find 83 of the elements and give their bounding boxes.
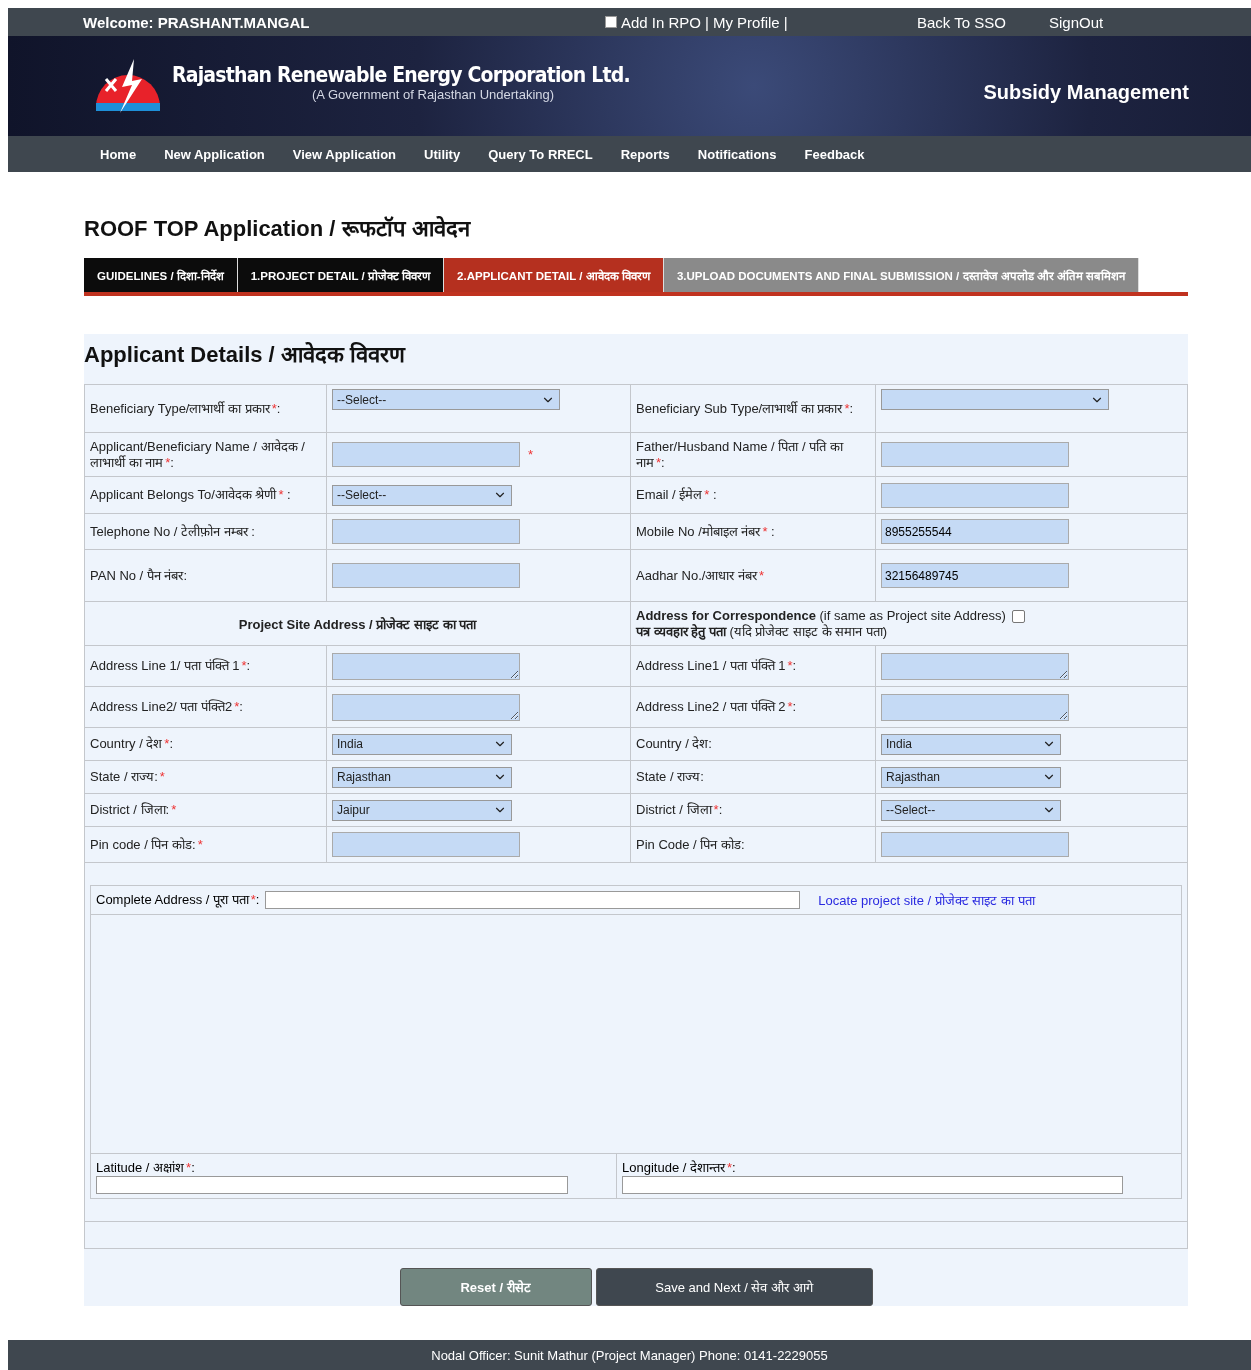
dropdown[interactable]: --Select-- [332,389,560,410]
input-field[interactable] [332,442,520,467]
nav-link[interactable]: New Application [150,146,279,162]
nav-link[interactable]: Notifications [683,146,791,162]
nav-link[interactable]: Query To RRECL [474,146,607,162]
input-field[interactable] [881,832,1069,857]
section-title: Applicant Details / आवेदक विवरण [84,341,407,368]
profile-link[interactable]: My Profile [712,13,780,31]
dropdown[interactable]: --Select-- [881,799,1061,821]
save-button[interactable]: Save and Next / सेव और आगे [595,1268,873,1306]
same-address-checkbox[interactable] [1011,609,1025,623]
page-title: ROOF TOP Application / रूफटॉप आवेदन [84,215,472,242]
field-label: Address Line2/ पता पंक्ति2*: [90,699,243,714]
textarea-field[interactable] [881,652,1069,680]
field-label: Address Line 1/ पता पंक्ति 1*: [90,658,251,673]
input-field[interactable] [332,563,520,588]
input-field[interactable] [881,442,1069,467]
field-label: Country / देश: [636,736,712,751]
dropdown[interactable] [881,389,1109,410]
field-label: Beneficiary Type/लाभार्थी का प्रकार*: [90,400,281,416]
field-label: Applicant/Beneficiary Name / आवेदक / लाभार्थी का नाम*: [90,438,305,470]
field-label: Pin Code / पिन कोड: [636,836,745,852]
footer-text: Nodal Officer: Sunit Mathur (Project Manager) Phone: 0141-2229055 [431,1347,828,1363]
dropdown[interactable]: Jaipur [332,799,512,821]
dropdown[interactable]: India [881,733,1061,755]
step-tab[interactable]: 2.APPLICANT DETAIL / आवेदक विवरण [444,258,664,292]
correspondence-heading: Address for Correspondence (if same as Project site Address) [636,607,1006,623]
field-label: PAN No / पैन नंबर: [90,567,188,583]
field-label: Longitude / देशान्तर*: [622,1160,737,1176]
longitude-field[interactable] [622,1176,1123,1194]
input-field[interactable] [332,832,520,857]
dropdown[interactable]: India [332,733,512,755]
input-field[interactable]: 8955255544 [881,519,1069,544]
input-field[interactable] [881,482,1069,508]
reset-button[interactable]: Reset / रीसेट [399,1268,592,1306]
field-label: Father/Husband Name / पिता / पति का नाम*: [636,438,843,470]
field-label: State / राज्य:* [90,769,165,784]
nav-link[interactable]: View Application [278,146,411,162]
brand-tagline: (A Government of Rajasthan Undertaking) [312,86,556,102]
project-site-heading: Project Site Address / प्रोजेक्ट साइट का पता [237,615,478,633]
nav-link[interactable]: Reports [606,146,684,162]
field-label: Email / ईमेल* : [636,487,717,502]
field-label: Pin code / पिन कोड:* [90,836,203,852]
input-field[interactable]: 32156489745 [881,563,1069,588]
rpo-label: Add In RPO [621,13,702,31]
nav-link[interactable]: Utility [410,146,475,162]
field-label: Address Line2 / पता पंक्ति 2*: [636,699,797,714]
field-label: Telephone No / टेलीफ़ोन नम्बर : [90,523,255,539]
locate-link[interactable]: Locate project site / प्रोजेक्ट साइट का पता [818,891,1035,909]
field-label: Latitude / अक्षांश*: [96,1160,196,1176]
input-field[interactable] [332,519,520,544]
separator: | [783,13,788,31]
field-label: Beneficiary Sub Type/लाभार्थी का प्रकार*: [636,400,854,416]
textarea-field[interactable] [332,652,520,680]
field-label: Country / देश*: [90,736,174,751]
field-label: District / जिला:* [90,802,177,817]
dropdown[interactable]: Rajasthan [881,766,1061,788]
correspondence-heading-hindi: पत्र व्यवहार हेतु पता (यदि प्रोजेक्ट साइट के समान पता) [636,623,888,640]
signout-link[interactable]: SignOut [1049,13,1104,31]
field-label: Aadhar No./आधार नंबर* [636,567,765,583]
step-tab[interactable]: 1.PROJECT DETAIL / प्रोजेक्ट विवरण [237,258,445,292]
textarea-field[interactable] [332,693,520,721]
complete-address-field[interactable] [265,891,801,909]
field-label: District / जिला*: [636,802,723,817]
field-label: Complete Address / पूरा पता*: [96,892,260,908]
field-label: State / राज्य: [636,769,704,784]
dropdown[interactable]: Rajasthan [332,766,512,788]
brand-name: Rajasthan Renewable Energy Corporation Ltd. [172,62,630,87]
step-tab[interactable]: GUIDELINES / दिशा-निर्देश [84,258,238,292]
rpo-checkbox[interactable] [605,16,617,28]
welcome-text: Welcome: PRASHANT.MANGAL [83,13,311,31]
separator: | [705,13,709,31]
dropdown[interactable]: --Select-- [332,484,512,506]
field-label: Applicant Belongs To/आवेदक श्रेणी* : [90,487,291,502]
nav-link[interactable]: Feedback [790,146,879,162]
field-label: Mobile No /मोबाइल नंबर* : [636,523,775,539]
nav-link[interactable]: Home [86,146,151,162]
textarea-field[interactable] [881,693,1069,721]
required-mark: * [528,447,534,462]
field-label: Address Line1 / पता पंक्ति 1*: [636,658,797,673]
sso-link[interactable]: Back To SSO [917,13,1049,31]
latitude-field[interactable] [96,1176,568,1194]
module-title: Subsidy Management [983,80,1189,104]
